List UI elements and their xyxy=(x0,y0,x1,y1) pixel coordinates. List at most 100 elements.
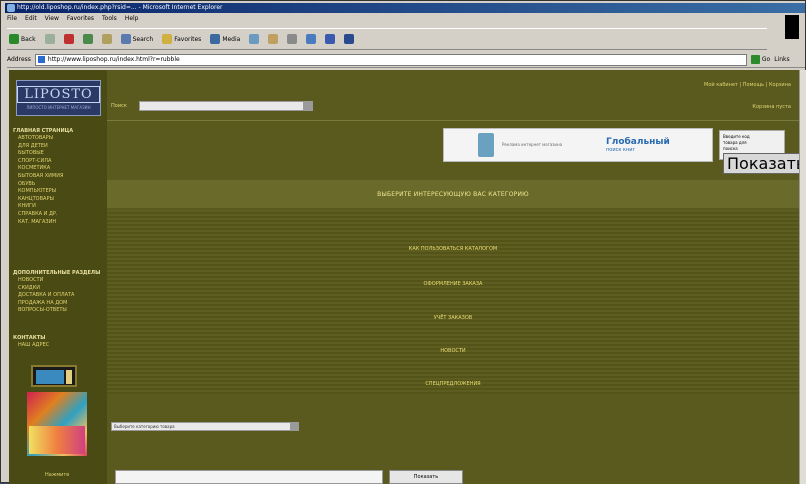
menu-bar: File Edit View Favorites Tools Help xyxy=(7,14,139,24)
site-logo[interactable]: LIPOSTO ЛИПОСТО ИНТЕРНЕТ МАГАЗИН xyxy=(16,80,101,116)
address-label: Address xyxy=(7,56,31,63)
mail-button[interactable] xyxy=(266,34,280,44)
category-link[interactable]: ОФОРМЛЕНИЕ ЗАКАЗА xyxy=(107,281,799,287)
nav-item[interactable]: Книги xyxy=(13,203,105,211)
menu-view[interactable]: View xyxy=(45,14,59,24)
nav-item[interactable]: Продажа на дом xyxy=(13,300,105,308)
category-select[interactable]: Выберите категорию товара xyxy=(111,422,299,431)
star-icon xyxy=(162,34,173,44)
sidebar-bottom-link[interactable]: Нажмите xyxy=(45,472,69,478)
nav-item[interactable]: Кат. магазин xyxy=(13,219,105,227)
forward-button[interactable] xyxy=(43,34,57,44)
nav-group-main: Главная страница Автотовары Для детей Бы… xyxy=(13,128,105,226)
stop-button[interactable] xyxy=(62,34,76,44)
page-icon xyxy=(37,56,45,63)
search-icon xyxy=(120,34,131,44)
media-button[interactable]: Media xyxy=(208,34,242,44)
promo-image-lower xyxy=(29,426,85,454)
main-area: Поиск Мой кабинет | Помощь | Корзина Кор… xyxy=(107,70,806,484)
menu-tools[interactable]: Tools xyxy=(102,14,117,24)
code-search-line: поиска xyxy=(723,146,738,151)
title-bar: http://old.liposhop.ru/index.php?rsid=..… xyxy=(5,3,805,13)
nav-item[interactable]: Обувь xyxy=(13,181,105,189)
menu-help[interactable]: Help xyxy=(125,14,139,24)
history-button[interactable] xyxy=(247,34,261,44)
nav-item[interactable]: Бытовые xyxy=(13,150,105,158)
category-link[interactable]: УЧЁТ ЗАКАЗОВ xyxy=(107,315,799,321)
ie-throbber xyxy=(785,15,799,39)
sidebar: LIPOSTO ЛИПОСТО ИНТЕРНЕТ МАГАЗИН Главная… xyxy=(9,70,107,484)
menu-favorites[interactable]: Favorites xyxy=(67,14,94,24)
nav-heading[interactable]: Контакты xyxy=(13,335,105,342)
nav-item[interactable]: Справка и др. xyxy=(13,211,105,219)
cart-status[interactable]: Корзина пуста xyxy=(752,104,791,110)
nav-group-contacts: Контакты Наш адрес xyxy=(13,335,105,350)
nav-item[interactable]: Автотовары xyxy=(13,135,105,143)
nav-item[interactable]: Для детей xyxy=(13,143,105,151)
discuss-icon xyxy=(325,34,336,44)
search-go-button[interactable] xyxy=(303,101,313,111)
favorites-button[interactable]: Favorites xyxy=(160,34,203,44)
edit-button[interactable] xyxy=(304,34,318,44)
ie-icon xyxy=(7,4,15,12)
links-button[interactable]: Links xyxy=(774,56,789,63)
home-button[interactable] xyxy=(100,34,114,44)
nav-item[interactable]: Доставка и оплата xyxy=(13,292,105,300)
discuss-button[interactable] xyxy=(323,34,337,44)
browser-window: http://old.liposhop.ru/index.php?rsid=..… xyxy=(0,0,806,484)
nav-heading[interactable]: Главная страница xyxy=(13,128,105,135)
search-label: Поиск xyxy=(111,103,127,109)
nav-item[interactable]: Компьютеры xyxy=(13,188,105,196)
mail-icon xyxy=(268,34,279,44)
nav-item[interactable]: Новости xyxy=(13,277,105,285)
go-button[interactable]: Go xyxy=(750,55,770,64)
nav-item[interactable]: Канцтовары xyxy=(13,196,105,204)
nav-item[interactable]: Спорт-сила xyxy=(13,158,105,166)
account-links[interactable]: Мой кабинет | Помощь | Корзина xyxy=(704,82,791,88)
ad-banner[interactable]: Реклама интернет магазина Глобальный пои… xyxy=(443,128,713,162)
divider xyxy=(107,120,799,121)
back-button[interactable]: Back xyxy=(7,34,38,44)
nav-item[interactable]: Наш адрес xyxy=(13,342,105,350)
nav-heading[interactable]: Дополнительные разделы xyxy=(13,270,105,277)
chevron-down-icon xyxy=(290,423,298,430)
messenger-button[interactable] xyxy=(342,34,356,44)
menu-file[interactable]: File xyxy=(7,14,17,24)
logo-text: LIPOSTO xyxy=(17,86,100,103)
search-button[interactable]: Search xyxy=(119,34,156,44)
history-icon xyxy=(249,34,260,44)
page-content: LIPOSTO ЛИПОСТО ИНТЕРНЕТ МАГАЗИН Главная… xyxy=(9,70,806,484)
vertical-scrollbar[interactable] xyxy=(799,70,806,484)
nav-item[interactable]: Вопросы-ответы xyxy=(13,307,105,315)
print-icon xyxy=(287,34,298,44)
banner-text: Реклама интернет магазина xyxy=(502,142,563,147)
category-select-value: Выберите категорию товара xyxy=(114,424,175,429)
address-input[interactable]: http://www.liposhop.ru/index.html?r=rubb… xyxy=(34,53,747,66)
search-input[interactable] xyxy=(139,101,305,111)
category-list: КАК ПОЛЬЗОВАТЬСЯ КАТАЛОГОМ ОФОРМЛЕНИЕ ЗА… xyxy=(107,210,799,394)
nav-item[interactable]: Косметика xyxy=(13,165,105,173)
bottom-input[interactable] xyxy=(115,470,383,484)
category-link[interactable]: СПЕЦПРЕДЛОЖЕНИЯ xyxy=(107,381,799,387)
code-search-box: Введите код товара для поиска Показать xyxy=(719,130,806,174)
menu-edit[interactable]: Edit xyxy=(25,14,37,24)
window-title: http://old.liposhop.ru/index.php?rsid=..… xyxy=(17,4,223,11)
nav-item[interactable]: Скидки xyxy=(13,285,105,293)
messenger-icon xyxy=(344,34,355,44)
print-button[interactable] xyxy=(285,34,299,44)
refresh-icon xyxy=(82,34,93,44)
back-arrow-icon xyxy=(9,34,19,44)
home-icon xyxy=(101,34,112,44)
code-search-button[interactable]: Показать xyxy=(723,153,806,174)
category-link[interactable]: НОВОСТИ xyxy=(107,348,799,354)
address-value: http://www.liposhop.ru/index.html?r=rubb… xyxy=(47,56,180,63)
category-link[interactable]: КАК ПОЛЬЗОВАТЬСЯ КАТАЛОГОМ xyxy=(107,246,799,252)
show-button[interactable]: Показать xyxy=(389,470,463,484)
counter-badge[interactable] xyxy=(31,365,77,387)
go-arrow-icon xyxy=(750,55,760,64)
nav-item[interactable]: Бытовая химия xyxy=(13,173,105,181)
section-title: ВЫБЕРИТЕ ИНТЕРЕСУЮЩУЮ ВАС КАТЕГОРИЮ xyxy=(377,190,529,198)
refresh-button[interactable] xyxy=(81,34,95,44)
banner-title: Глобальный xyxy=(606,136,670,147)
nav-group-extra: Дополнительные разделы Новости Скидки До… xyxy=(13,270,105,315)
